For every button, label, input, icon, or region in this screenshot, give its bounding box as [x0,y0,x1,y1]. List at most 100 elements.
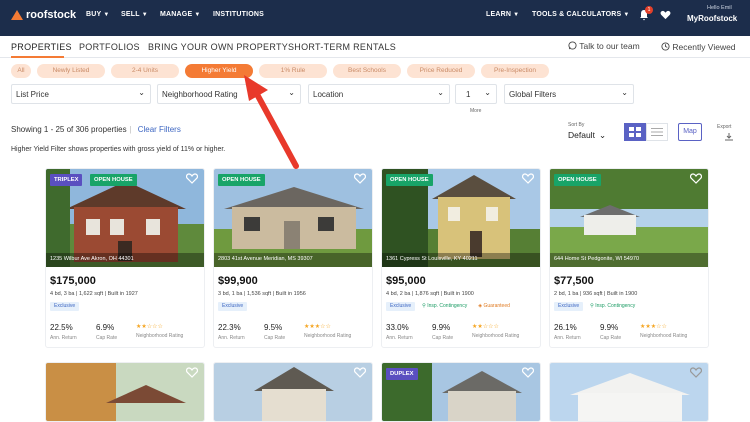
property-address: 2803 41st Avenue Meridian, MS 39307 [218,256,313,262]
grid-view-button[interactable] [624,123,646,141]
property-card[interactable]: OPEN HOUSE 644 Home St Pedgonite, WI 549… [549,168,709,348]
logo-text: roofstock [26,9,77,21]
annual-return-label: Ann. Return [218,335,245,341]
global-filters-select[interactable]: Global Filters ⌄ [504,84,634,104]
save-heart-icon[interactable] [186,367,198,378]
nav-manage[interactable]: MANAGE ▼ [160,11,200,18]
chevron-down-icon: ▼ [141,12,148,18]
property-photo [214,363,372,421]
clock-icon [661,42,670,51]
annual-return-label: Ann. Return [50,335,77,341]
chevron-down-icon: ⌄ [437,88,444,97]
neighborhood-rating-select[interactable]: Neighborhood Rating ⌄ [157,84,301,104]
talk-to-team-link[interactable]: Talk to our team [568,41,640,51]
nav-learn[interactable]: LEARN ▼ [486,11,519,18]
chevron-down-icon: ▼ [103,12,110,18]
whatsapp-icon [568,41,577,50]
neighborhood-label: Neighborhood Rating [304,333,352,339]
property-card[interactable] [549,362,709,422]
more-filters-select[interactable]: 1 ⌄ [455,84,497,104]
chevron-down-icon: ▼ [623,12,630,18]
property-specs: 4 bd, 2 ba | 1,876 sqft | Built in 1900 [386,291,474,297]
recently-viewed-link[interactable]: Recently Viewed [661,42,736,52]
property-card[interactable] [213,362,373,422]
property-price: $95,000 [386,275,426,287]
chevron-down-icon: ⌄ [138,88,145,97]
annual-return-label: Ann. Return [554,335,581,341]
grid-icon [629,127,641,137]
nav-tools[interactable]: TOOLS & CALCULATORS ▼ [532,11,630,18]
location-select[interactable]: Location ⌄ [308,84,450,104]
save-heart-icon[interactable] [522,367,534,378]
cap-rate-label: Cap Rate [432,335,454,341]
logo-mark-icon [11,10,23,20]
property-badges: Exclusive ⚲ Insp. Contingency ◈ Guarante… [386,302,514,312]
property-photo [550,363,708,421]
property-specs: 3 bd, 1 ba | 1,536 sqft | Built in 1956 [218,291,306,297]
save-heart-icon[interactable] [186,173,198,184]
cap-rate-value: 6.9% [96,323,115,332]
tab-properties[interactable]: PROPERTIES [11,42,72,52]
tab-bring-your-own-property[interactable]: BRING YOUR OWN PROPERTY [148,42,288,52]
open-house-tag: OPEN HOUSE [218,174,265,186]
neighborhood-stars: ★★☆☆☆ [136,324,163,330]
open-house-tag: OPEN HOUSE [554,174,601,186]
clear-filters-link[interactable]: Clear Filters [138,125,181,134]
property-card[interactable]: OPEN HOUSE 2803 41st Avenue Meridian, MS… [213,168,373,348]
greeting-text: Hello Emil [707,5,732,11]
nav-institutions[interactable]: INSTITUTIONS [213,11,264,18]
property-card[interactable]: TRIPLEX OPEN HOUSE 1235 Wilbur Ave Akron… [45,168,205,348]
list-price-select[interactable]: List Price ⌄ [11,84,151,104]
map-view-button[interactable]: Map [678,123,702,141]
annual-return-value: 22.5% [50,323,73,332]
chip-2-4-units[interactable]: 2-4 Units [111,64,179,78]
exclusive-badge: Exclusive [50,302,80,311]
chip-all[interactable]: All [11,64,31,78]
property-card[interactable] [45,362,205,422]
save-heart-icon[interactable] [522,173,534,184]
exclusive-badge: Exclusive [554,302,584,311]
chevron-down-icon: ⌄ [621,88,628,97]
my-roofstock-menu[interactable]: MyRoofstock [687,14,737,23]
save-heart-icon[interactable] [690,173,702,184]
chevron-down-icon: ⌄ [598,130,607,140]
neighborhood-stars: ★★☆☆☆ [472,324,499,330]
neighborhood-label: Neighborhood Rating [136,333,184,339]
chip-price-reduced[interactable]: Price Reduced [407,64,475,78]
property-address: 1235 Wilbur Ave Akron, OH 44301 [50,256,134,262]
sort-select[interactable]: Default ⌄ [568,130,606,141]
property-card[interactable]: DUPLEX [381,362,541,422]
chip-best-schools[interactable]: Best Schools [333,64,401,78]
property-specs: 2 bd, 1 ba | 936 sqft | Built in 1900 [554,291,638,297]
active-tab-indicator [11,56,64,58]
roofstock-logo[interactable]: roofstock [11,9,76,21]
nav-buy[interactable]: BUY ▼ [86,11,110,18]
chip-newly-listed[interactable]: Newly Listed [37,64,105,78]
favorites-heart-icon[interactable] [660,10,671,20]
save-heart-icon[interactable] [354,173,366,184]
chip-higher-yield[interactable]: Higher Yield [185,64,253,78]
neighborhood-stars: ★★★☆☆ [304,324,331,330]
chip-one-percent-rule[interactable]: 1% Rule [259,64,327,78]
chevron-down-icon: ▼ [513,12,520,18]
type-tag: TRIPLEX [50,174,83,186]
notification-badge: 1 [645,6,653,14]
property-specs: 4 bd, 3 ba | 1,622 sqft | Built in 1927 [50,291,138,297]
cap-rate-value: 9.9% [600,323,619,332]
nav-sell[interactable]: SELL ▼ [121,11,148,18]
property-photo [46,363,204,421]
results-count: Showing 1 - 25 of 306 properties | Clear F… [11,125,181,134]
list-view-button[interactable] [646,123,668,141]
chip-pre-inspection[interactable]: Pre-Inspection [481,64,549,78]
tab-portfolios[interactable]: PORTFOLIOS [79,42,140,52]
property-address: 1361 Cypress St Louisville, KY 40211 [386,256,478,262]
tab-short-term-rentals[interactable]: SHORT-TERM RENTALS [288,42,396,52]
save-heart-icon[interactable] [354,367,366,378]
cap-rate-label: Cap Rate [96,335,118,341]
neighborhood-label: Neighborhood Rating [640,333,688,339]
property-card[interactable]: OPEN HOUSE 1361 Cypress St Louisville, K… [381,168,541,348]
property-badges: Exclusive ⚲ Insp. Contingency [554,302,639,312]
save-heart-icon[interactable] [690,367,702,378]
export-button[interactable]: Export [717,124,733,143]
search-icon: ⚲ [422,303,426,309]
